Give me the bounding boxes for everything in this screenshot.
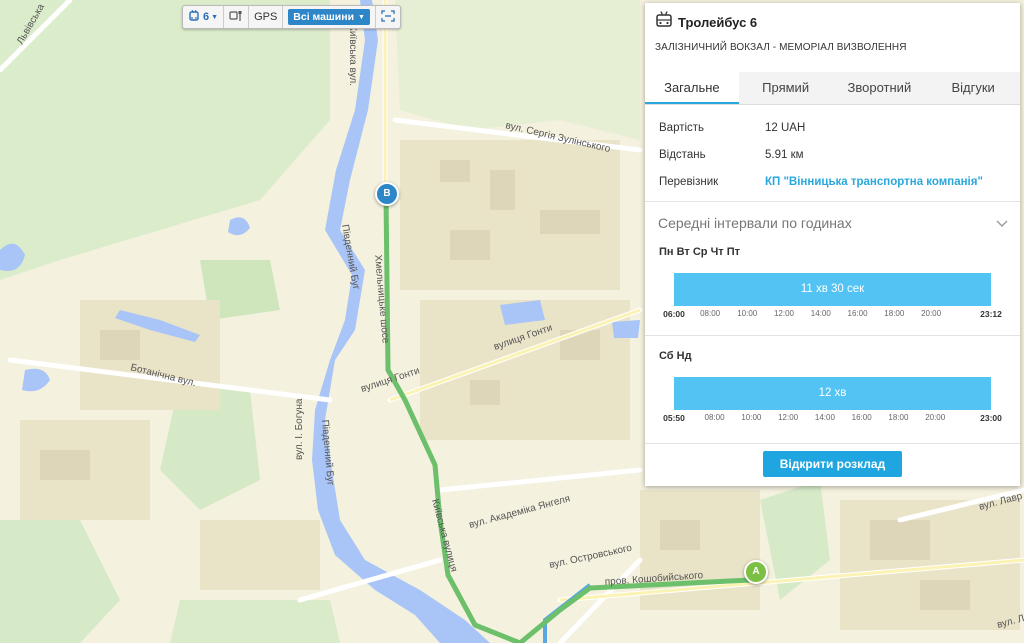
weekdays-interval-bar: 11 хв 30 сек bbox=[674, 273, 991, 306]
time-tick: 20:00 bbox=[925, 413, 946, 422]
time-tick: 08:00 bbox=[700, 309, 721, 318]
info-row-price: Вартість 12 UAH bbox=[659, 114, 1006, 141]
time-tick: 12:00 bbox=[778, 413, 799, 422]
route-subtitle: ЗАЛІЗНИЧНИЙ ВОКЗАЛ - МЕМОРІАЛ ВИЗВОЛЕННЯ bbox=[655, 42, 907, 53]
panel-header: Тролейбус 6 ЗАЛІЗНИЧНИЙ ВОКЗАЛ - МЕМОРІА… bbox=[645, 3, 1020, 65]
chevron-down-icon bbox=[996, 215, 1008, 231]
intervals-title: Середні інтервали по годинах bbox=[658, 215, 852, 231]
time-tick: 23:00 bbox=[980, 413, 1002, 423]
route-info-panel: Тролейбус 6 ЗАЛІЗНИЧНИЙ ВОКЗАЛ - МЕМОРІА… bbox=[645, 3, 1020, 486]
weekend-interval-bar: 12 хв bbox=[674, 377, 991, 410]
trolleybus-icon bbox=[188, 9, 200, 25]
vehicles-select-label: Всі машини bbox=[293, 11, 355, 23]
weekdays-time-axis: 06:00 08:00 10:00 12:00 14:00 16:00 18:0… bbox=[663, 309, 1002, 323]
time-tick: 16:00 bbox=[851, 413, 872, 422]
route-info: Вартість 12 UAH Відстань 5.91 км Перевіз… bbox=[645, 105, 1020, 195]
time-tick: 20:00 bbox=[921, 309, 942, 318]
time-tick: 14:00 bbox=[810, 309, 831, 318]
vehicles-select[interactable]: Всі машини ▼ bbox=[288, 9, 370, 25]
weekdays-interval-chart: 11 хв 30 сек 06:00 08:00 10:00 12:00 14:… bbox=[663, 273, 1002, 323]
street-label: Київська вул. bbox=[347, 25, 358, 86]
divider bbox=[645, 335, 1020, 336]
info-key: Вартість bbox=[659, 121, 705, 134]
route-title: Тролейбус 6 bbox=[678, 14, 758, 30]
time-tick: 05:50 bbox=[663, 413, 685, 423]
fit-bounds-button[interactable] bbox=[376, 6, 400, 28]
tab-forward[interactable]: Прямий bbox=[739, 72, 833, 104]
time-tick: 18:00 bbox=[884, 309, 905, 318]
time-tick: 10:00 bbox=[737, 309, 758, 318]
time-tick: 14:00 bbox=[814, 413, 835, 422]
trolleybus-icon bbox=[655, 10, 673, 34]
gps-toggle[interactable]: GPS bbox=[249, 6, 284, 28]
open-schedule-button[interactable]: Відкрити розклад bbox=[763, 451, 902, 477]
time-tick: 08:00 bbox=[704, 413, 725, 422]
fit-bounds-icon bbox=[381, 9, 395, 25]
gps-label: GPS bbox=[254, 11, 278, 23]
route-end-marker-b[interactable]: B bbox=[375, 182, 399, 206]
map-toolbar: 6 ▼ GPS Всі машини ▼ bbox=[182, 5, 401, 29]
tab-reviews[interactable]: Відгуки bbox=[926, 72, 1020, 104]
info-key: Перевізник bbox=[659, 175, 719, 188]
divider bbox=[645, 443, 1020, 444]
info-value: 5.91 км bbox=[765, 148, 804, 161]
info-key: Відстань bbox=[659, 148, 706, 161]
route-selector[interactable]: 6 ▼ bbox=[183, 6, 225, 28]
time-tick: 06:00 bbox=[663, 309, 685, 319]
time-tick: 16:00 bbox=[847, 309, 868, 318]
route-start-marker-a[interactable]: A bbox=[744, 560, 768, 584]
chevron-down-icon: ▼ bbox=[211, 13, 219, 21]
weekdays-label: Пн Вт Ср Чт Пт bbox=[659, 246, 741, 258]
carrier-link[interactable]: КП "Вінницька транспортна компанія" bbox=[765, 176, 983, 188]
route-number: 6 bbox=[203, 11, 210, 23]
bus-stop-icon bbox=[229, 10, 243, 25]
time-tick: 12:00 bbox=[773, 309, 794, 318]
time-tick: 10:00 bbox=[741, 413, 762, 422]
route-tabs: Загальне Прямий Зворотний Відгуки bbox=[645, 72, 1020, 105]
stops-toggle[interactable] bbox=[224, 6, 250, 28]
weekend-interval-chart: 12 хв 05:50 08:00 10:00 12:00 14:00 16:0… bbox=[663, 377, 1002, 427]
info-row-distance: Відстань 5.91 км bbox=[659, 141, 1006, 168]
divider bbox=[645, 201, 1020, 202]
weekend-label: Сб Нд bbox=[659, 350, 692, 362]
chevron-down-icon: ▼ bbox=[358, 13, 365, 21]
info-value: 12 UAH bbox=[765, 121, 806, 134]
tab-reverse[interactable]: Зворотний bbox=[833, 72, 927, 104]
intervals-toggle[interactable]: Середні інтервали по годинах bbox=[645, 210, 1020, 236]
time-tick: 18:00 bbox=[888, 413, 909, 422]
info-row-carrier: Перевізник КП "Вінницька транспортна ком… bbox=[659, 168, 1006, 195]
weekend-time-axis: 05:50 08:00 10:00 12:00 14:00 16:00 18:0… bbox=[663, 413, 1002, 427]
tab-general[interactable]: Загальне bbox=[645, 72, 739, 104]
time-tick: 23:12 bbox=[980, 309, 1002, 319]
street-label: вул. І. Богуна bbox=[294, 398, 305, 460]
